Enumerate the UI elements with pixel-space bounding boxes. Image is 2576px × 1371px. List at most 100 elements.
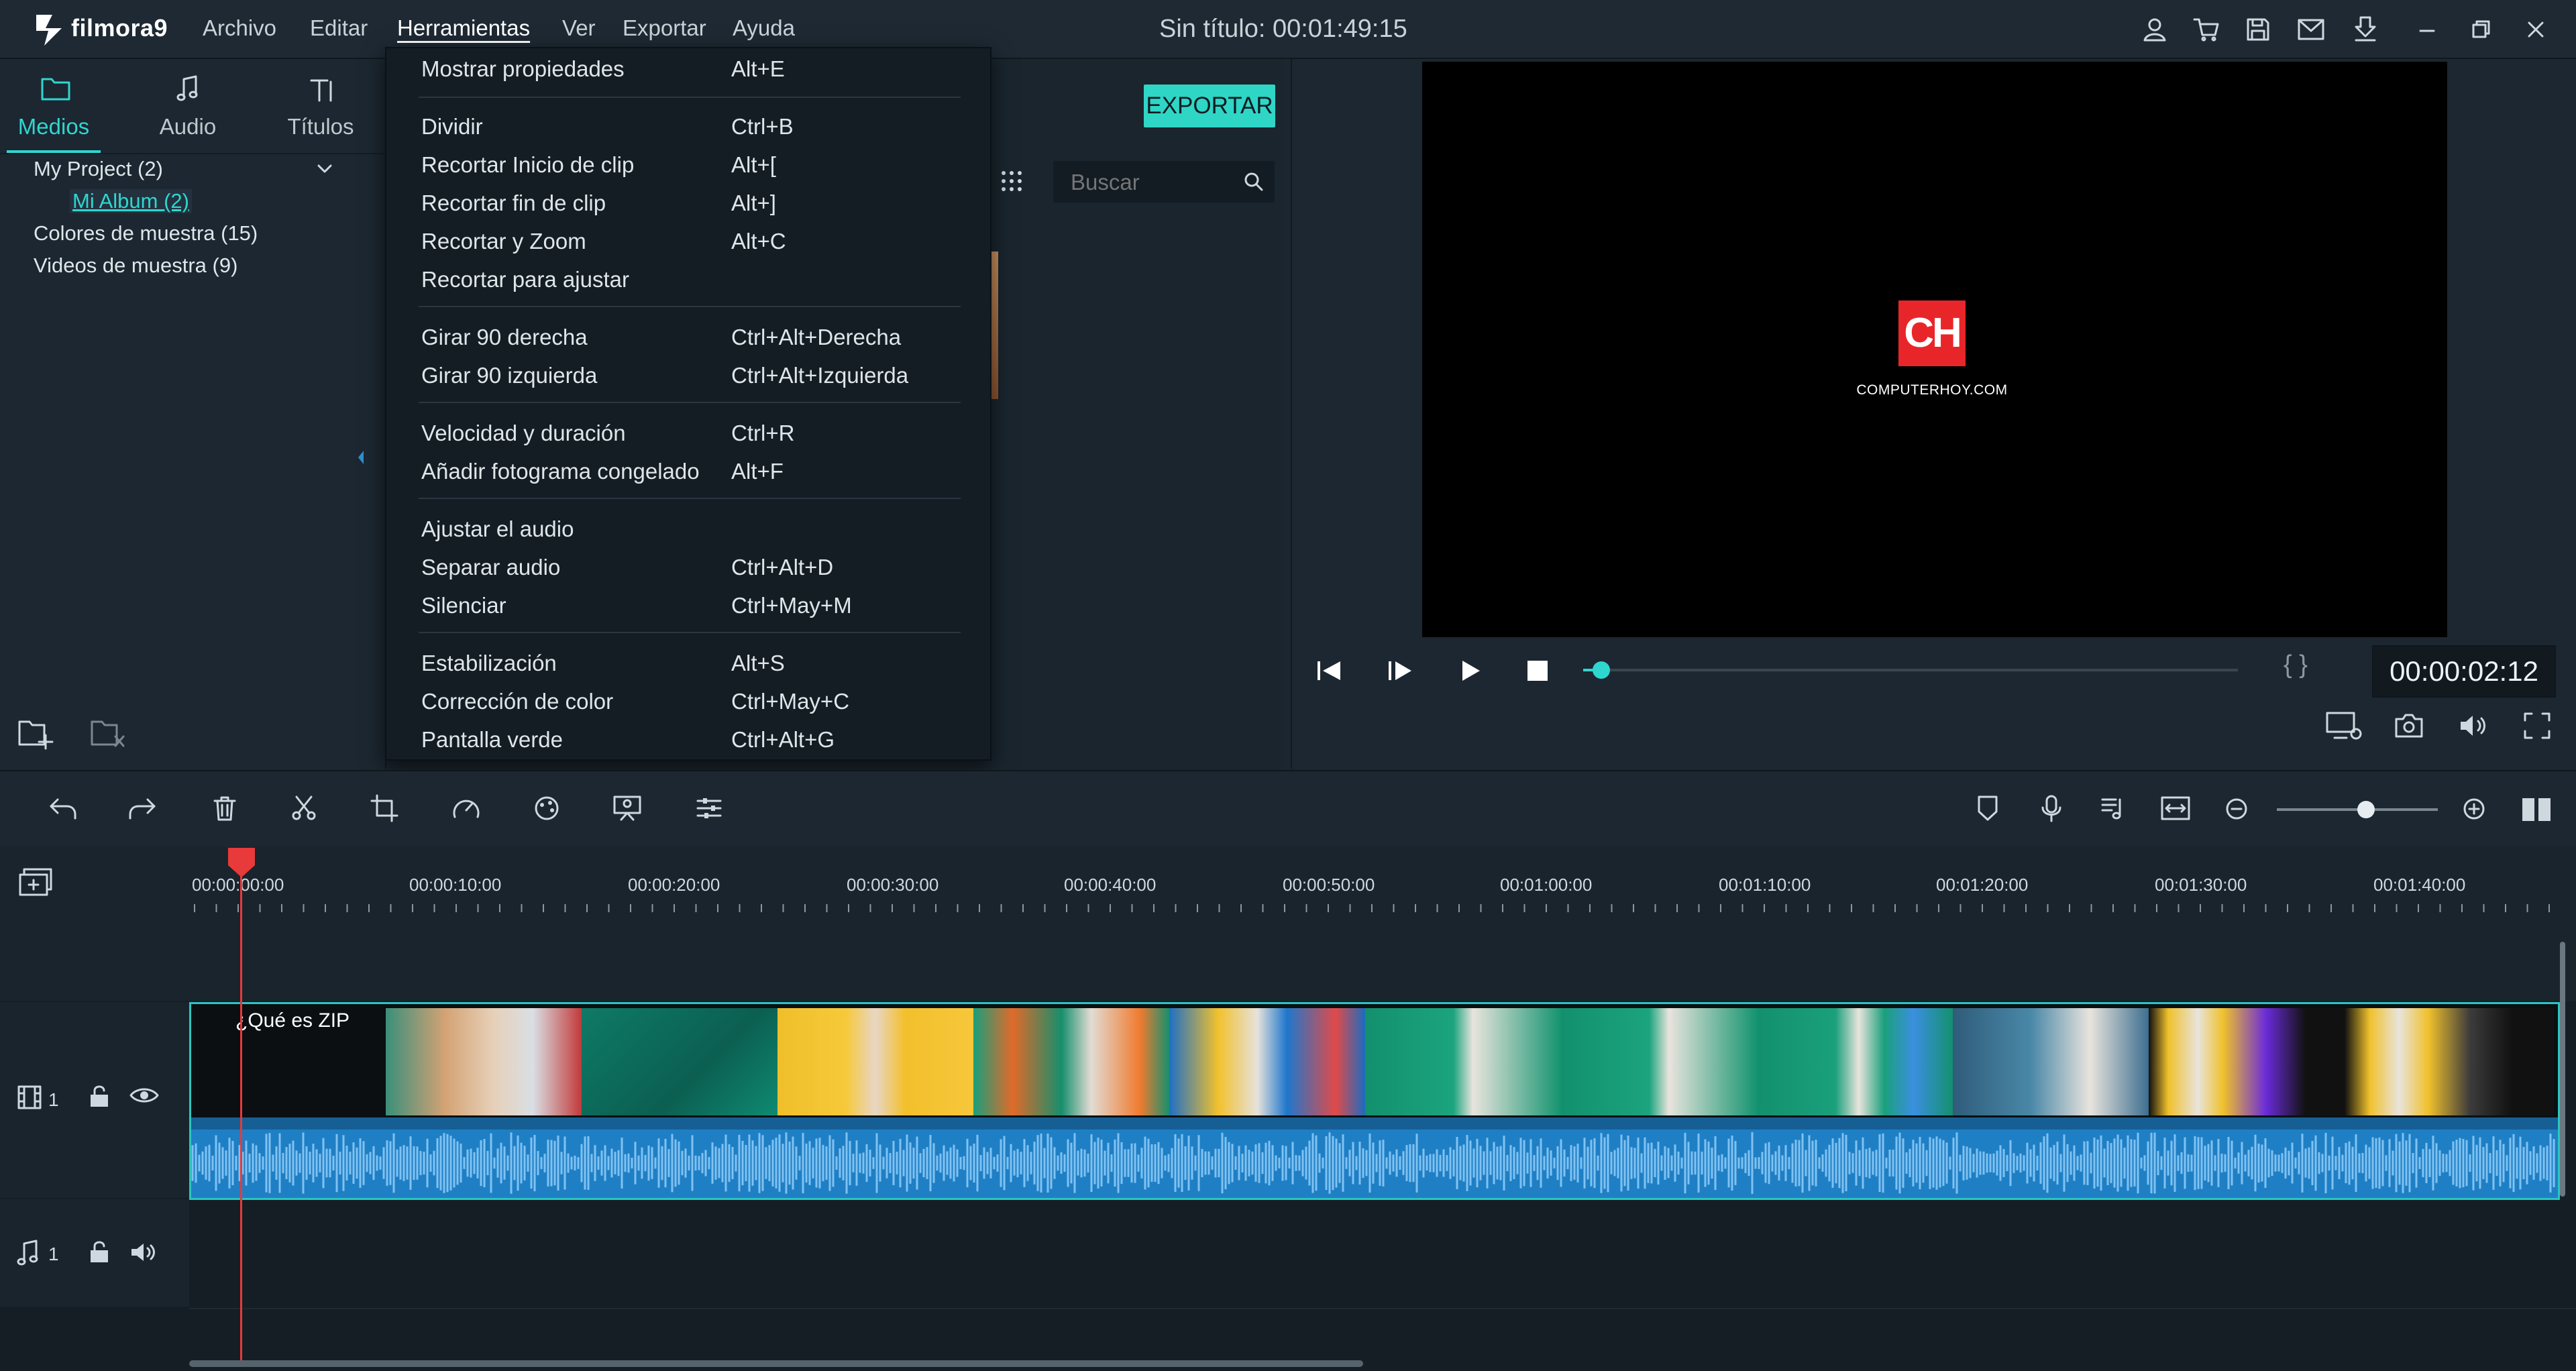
menu-separator <box>419 97 961 98</box>
tree-mi-album[interactable]: Mi Album (2) <box>70 189 192 213</box>
play-icon[interactable] <box>1457 657 1484 684</box>
video-track-number: 1 <box>48 1089 59 1110</box>
timeline-ruler[interactable]: 00:00:00:00 00:00:10:00 00:00:20:00 00:0… <box>0 846 2576 918</box>
mark-in-out-brackets[interactable]: { } <box>2284 651 2308 679</box>
progress-track[interactable] <box>1583 669 2238 671</box>
marker-icon[interactable] <box>1975 794 2000 822</box>
zoom-slider-handle[interactable] <box>2357 801 2375 818</box>
download-icon[interactable] <box>2353 15 2377 43</box>
horizontal-scrollbar[interactable] <box>189 1360 1363 1367</box>
tab-audio-label: Audio <box>159 114 217 139</box>
filmora-logo: filmora9 <box>34 7 168 50</box>
tree-colores-muestra[interactable]: Colores de muestra (15) <box>34 221 258 245</box>
speed-icon[interactable] <box>451 794 482 822</box>
redo-icon[interactable] <box>126 794 158 822</box>
display-settings-icon[interactable] <box>2325 711 2364 742</box>
menu-item-silenciar[interactable]: Silenciar Ctrl+May+M <box>386 586 990 624</box>
clip-frame <box>1365 1008 1561 1115</box>
video-clip[interactable]: ¿Qué es ZIP <box>189 1002 2560 1119</box>
menu-editar[interactable]: Editar <box>310 0 368 58</box>
playhead-line <box>240 848 242 1360</box>
audio-mixer-icon[interactable] <box>2100 794 2128 822</box>
split-scissors-icon[interactable] <box>290 794 318 822</box>
vertical-scrollbar[interactable] <box>2560 942 2565 1197</box>
menu-item-pantalla-verde[interactable]: Pantalla verde Ctrl+Alt+G <box>386 720 990 758</box>
panel-layout-icon[interactable] <box>2520 796 2555 824</box>
color-palette-icon[interactable] <box>533 794 561 822</box>
filmora-icon <box>36 15 62 46</box>
menu-item-ajustar-audio[interactable]: Ajustar el audio <box>386 510 990 547</box>
crop-icon[interactable] <box>370 794 398 822</box>
menu-archivo[interactable]: Archivo <box>203 0 276 58</box>
menu-item-mostrar-propiedades[interactable]: Mostrar propiedades Alt+E <box>386 50 990 87</box>
search-input[interactable] <box>1069 161 1240 204</box>
export-button[interactable]: EXPORTAR <box>1144 85 1275 127</box>
visibility-eye-icon[interactable] <box>129 1085 160 1105</box>
clip-frame <box>1561 1008 1757 1115</box>
clip-frame <box>777 1008 973 1115</box>
search-icon[interactable] <box>1242 170 1265 193</box>
save-icon[interactable] <box>2245 16 2271 43</box>
tree-my-project[interactable]: My Project (2) <box>34 157 163 181</box>
audio-waveform-clip[interactable] <box>189 1117 2560 1200</box>
ruler-label: 00:00:10:00 <box>409 875 502 895</box>
progress-handle[interactable] <box>1593 661 1610 679</box>
close-icon[interactable] <box>2524 17 2548 42</box>
menu-item-girar-izquierda[interactable]: Girar 90 izquierda Ctrl+Alt+Izquierda <box>386 356 990 394</box>
zoom-out-icon[interactable] <box>2224 797 2249 821</box>
new-folder-icon[interactable] <box>17 716 56 750</box>
account-icon[interactable] <box>2141 16 2168 43</box>
search-box[interactable] <box>1053 161 1275 204</box>
tab-medios[interactable]: Medios <box>7 59 101 153</box>
video-track-header: 1 <box>0 1002 189 1198</box>
green-screen-icon[interactable] <box>612 794 643 822</box>
ruler-label: 00:00:40:00 <box>1064 875 1157 895</box>
menu-item-correccion-color[interactable]: Corrección de color Ctrl+May+C <box>386 682 990 720</box>
previous-frame-icon[interactable] <box>1315 657 1344 684</box>
speaker-icon[interactable] <box>129 1241 160 1264</box>
stop-icon[interactable] <box>1525 659 1550 683</box>
tab-audio[interactable]: Audio <box>141 59 235 153</box>
audio-waveform <box>191 1132 2555 1194</box>
mail-icon[interactable] <box>2297 17 2325 42</box>
menu-item-velocidad-duracion[interactable]: Velocidad y duración Ctrl+R <box>386 414 990 451</box>
menu-item-girar-derecha[interactable]: Girar 90 derecha Ctrl+Alt+Derecha <box>386 318 990 355</box>
playhead-handle[interactable] <box>227 846 256 879</box>
menu-item-separar-audio[interactable]: Separar audio Ctrl+Alt+D <box>386 548 990 586</box>
tab-titulos[interactable]: Títulos <box>274 59 368 153</box>
menu-item-fotograma-congelado[interactable]: Añadir fotograma congelado Alt+F <box>386 452 990 490</box>
cart-icon[interactable] <box>2192 16 2220 43</box>
ruler-label: 00:01:30:00 <box>2155 875 2247 895</box>
volume-icon[interactable] <box>2458 712 2490 739</box>
menu-item-estabilizacion[interactable]: Estabilización Alt+S <box>386 644 990 681</box>
menu-item-recortar-inicio[interactable]: Recortar Inicio de clip Alt+[ <box>386 146 990 183</box>
undo-icon[interactable] <box>47 794 79 822</box>
snapshot-camera-icon[interactable] <box>2394 711 2424 739</box>
next-frame-icon[interactable] <box>1386 657 1415 684</box>
delete-folder-icon[interactable] <box>90 716 129 750</box>
lock-icon[interactable] <box>87 1238 111 1265</box>
adjust-icon[interactable] <box>695 794 723 822</box>
menu-item-recortar-ajustar[interactable]: Recortar para ajustar <box>386 260 990 298</box>
ruler-label: 00:00:20:00 <box>628 875 720 895</box>
fullscreen-icon[interactable] <box>2522 711 2552 741</box>
tab-titulos-label: Títulos <box>287 114 354 139</box>
minimize-icon[interactable] <box>2415 17 2439 42</box>
collapse-arrow-icon[interactable] <box>356 448 366 467</box>
chevron-down-icon[interactable] <box>315 161 334 177</box>
menu-item-dividir[interactable]: Dividir Ctrl+B <box>386 107 990 145</box>
zoom-in-icon[interactable] <box>2462 797 2486 821</box>
brand-name: filmora9 <box>71 14 168 42</box>
lock-icon[interactable] <box>87 1083 111 1109</box>
clip-frame <box>1953 1008 2149 1115</box>
microphone-icon[interactable] <box>2039 794 2063 822</box>
delete-icon[interactable] <box>211 794 239 822</box>
menu-item-recortar-fin[interactable]: Recortar fin de clip Alt+] <box>386 184 990 221</box>
grid-view-icon[interactable] <box>998 168 1025 195</box>
menu-item-recortar-zoom[interactable]: Recortar y Zoom Alt+C <box>386 222 990 260</box>
add-track-icon[interactable] <box>17 867 55 899</box>
restore-icon[interactable] <box>2469 17 2493 42</box>
tree-videos-muestra[interactable]: Videos de muestra (9) <box>34 254 237 278</box>
fit-timeline-icon[interactable] <box>2160 796 2191 821</box>
video-preview: CH COMPUTERHOY.COM <box>1422 62 2447 637</box>
